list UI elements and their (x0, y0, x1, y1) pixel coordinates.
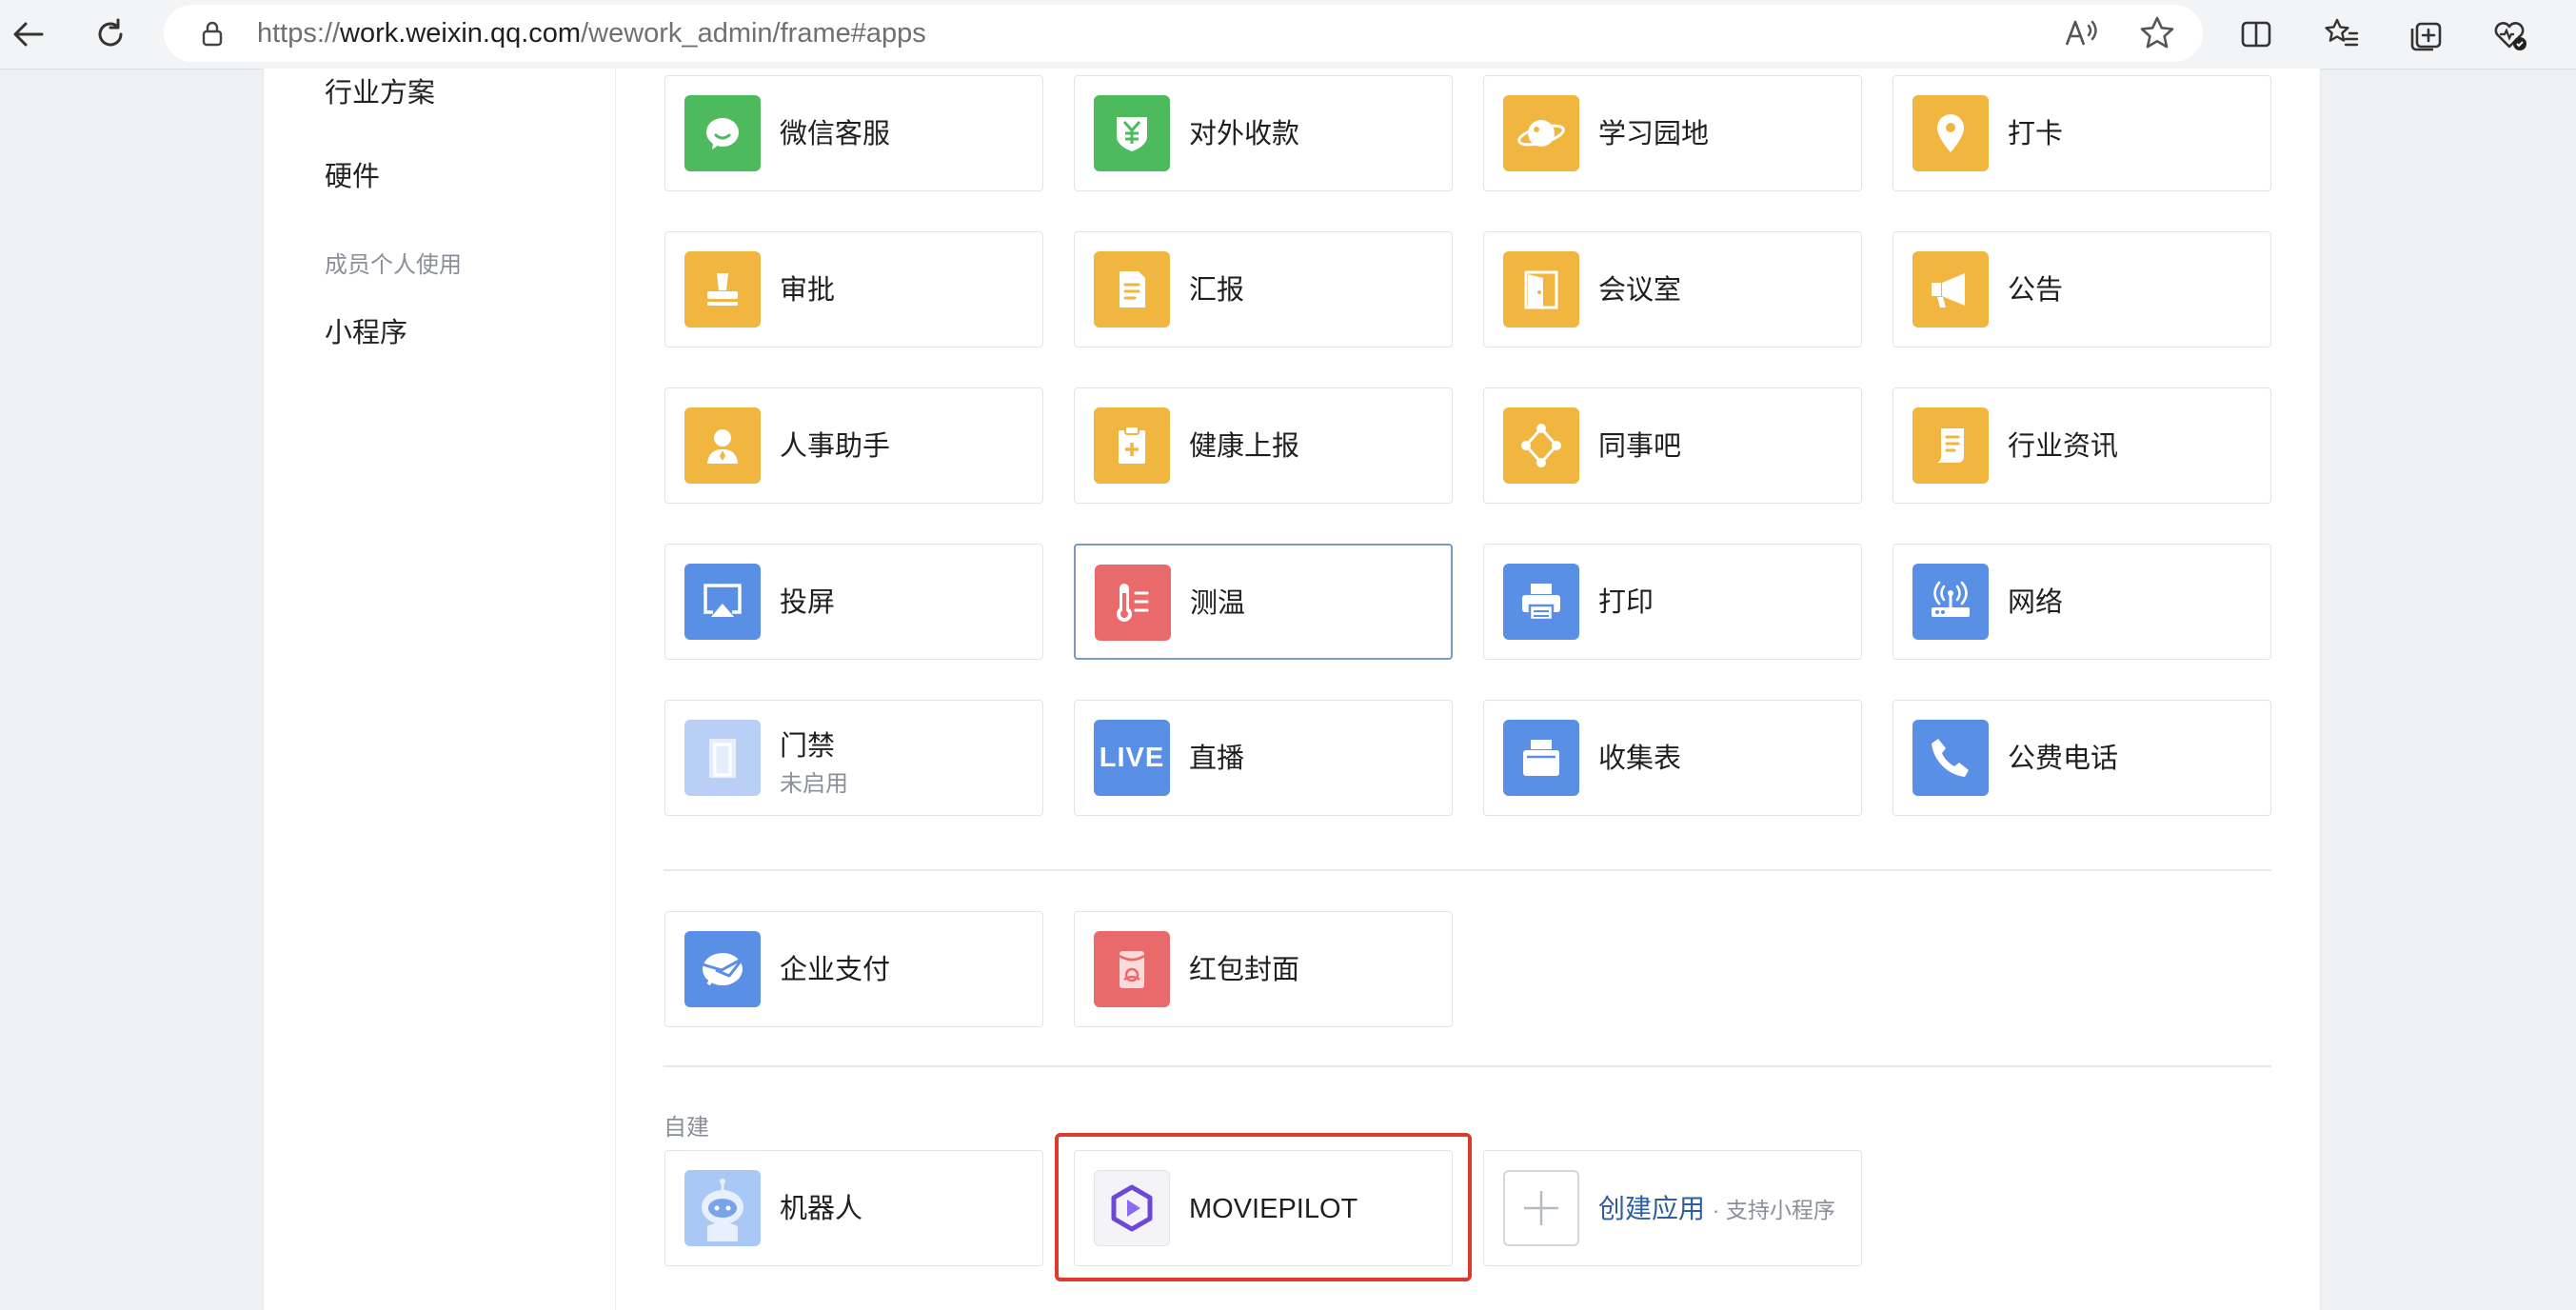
megaphone-icon (1912, 251, 1989, 328)
app-name: 打卡 (2008, 119, 2064, 149)
app-name: 收集表 (1598, 744, 1682, 774)
door-icon (1503, 251, 1579, 328)
access-door-icon (684, 720, 761, 796)
person-icon (684, 407, 761, 484)
app-name: 健康上报 (1189, 431, 1300, 462)
app-name: 公费电话 (2008, 744, 2119, 774)
app-name: 网络 (2008, 587, 2064, 618)
app-card-live[interactable]: LIVE 直播 (1074, 700, 1453, 816)
create-app-tip: · 支持小程序 (1712, 1198, 1835, 1222)
split-screen-icon[interactable] (2228, 6, 2285, 63)
app-name: 企业支付 (780, 955, 891, 985)
collection-form-icon (1503, 720, 1579, 796)
lock-icon[interactable] (198, 19, 227, 48)
app-card-hr-assistant[interactable]: 人事助手 (664, 387, 1043, 504)
highlight-annotation (1055, 1133, 1472, 1281)
app-status: 未启用 (780, 771, 848, 797)
red-packet-icon (1094, 931, 1170, 1007)
network-nodes-icon (1503, 407, 1579, 484)
sidebar-item-hardware[interactable]: 硬件 (325, 154, 380, 194)
url-text[interactable]: https://work.weixin.qq.com/wework_admin/… (257, 5, 926, 62)
scroll-icon (1912, 407, 1989, 484)
app-card-learning-garden[interactable]: 学习园地 (1483, 75, 1862, 191)
airplay-icon (684, 564, 761, 640)
app-card-temperature[interactable]: 测温 (1074, 544, 1453, 660)
stamp-icon (684, 251, 761, 328)
browser-toolbar: https://work.weixin.qq.com/wework_admin/… (0, 0, 2576, 69)
app-card-access-control[interactable]: 门禁 未启用 (664, 700, 1043, 816)
read-aloud-icon[interactable] (2061, 13, 2101, 53)
app-card-public-phone[interactable]: 公费电话 (1892, 700, 2271, 816)
app-card-print[interactable]: 打印 (1483, 544, 1862, 660)
app-card-approval[interactable]: 审批 (664, 231, 1043, 347)
favorites-icon[interactable] (2313, 6, 2370, 63)
app-name: 公告 (2008, 275, 2064, 306)
phone-icon (1912, 720, 1989, 796)
report-doc-icon (1094, 251, 1170, 328)
app-name: 测温 (1190, 588, 1246, 619)
payment-collection-icon (1094, 95, 1170, 171)
app-card-announcement[interactable]: 公告 (1892, 231, 2271, 347)
app-card-payment-collection[interactable]: 对外收款 (1074, 75, 1453, 191)
app-card-network[interactable]: 网络 (1892, 544, 2271, 660)
refresh-button[interactable] (82, 6, 139, 63)
favorite-star-icon[interactable] (2137, 13, 2177, 53)
clipboard-plus-icon (1094, 407, 1170, 484)
plus-icon (1503, 1170, 1579, 1246)
robot-icon (684, 1170, 761, 1246)
enterprise-pay-icon (684, 931, 761, 1007)
thermometer-icon (1095, 565, 1171, 641)
app-card-meeting-room[interactable]: 会议室 (1483, 231, 1862, 347)
app-name: 门禁 (780, 731, 836, 762)
browser-essentials-icon[interactable] (2481, 6, 2538, 63)
app-name: 人事助手 (780, 431, 891, 462)
app-name: 打印 (1598, 587, 1655, 618)
app-name: 机器人 (780, 1194, 863, 1224)
app-card-enterprise-pay[interactable]: 企业支付 (664, 911, 1043, 1027)
app-name: 行业资讯 (2008, 431, 2119, 462)
app-card-industry-news[interactable]: 行业资讯 (1892, 387, 2271, 504)
app-name: 学习园地 (1598, 119, 1710, 149)
admin-page: 行业方案 硬件 成员个人使用 小程序 微信客服 对外收款 学习园地 打卡 审批 (263, 69, 2321, 1310)
create-app-button[interactable]: 创建应用 · 支持小程序 (1483, 1150, 1862, 1266)
app-name: 直播 (1189, 744, 1245, 774)
custom-section-label: 自建 (664, 1115, 709, 1141)
app-name: 同事吧 (1598, 431, 1682, 462)
app-name: 投屏 (780, 587, 836, 618)
printer-icon (1503, 564, 1579, 640)
section-divider (664, 869, 2271, 871)
app-card-red-packet-cover[interactable]: 红包封面 (1074, 911, 1453, 1027)
create-app-text: 创建应用 (1598, 1194, 1706, 1223)
app-card-check-in[interactable]: 打卡 (1892, 75, 2271, 191)
app-card-robot[interactable]: 机器人 (664, 1150, 1043, 1266)
back-button[interactable] (0, 6, 57, 63)
app-name: 会议室 (1598, 275, 1682, 306)
app-name: 红包封面 (1189, 955, 1300, 985)
app-card-report[interactable]: 汇报 (1074, 231, 1453, 347)
app-name: 对外收款 (1189, 119, 1300, 149)
app-card-colleague-bar[interactable]: 同事吧 (1483, 387, 1862, 504)
collections-icon[interactable] (2397, 6, 2454, 63)
wechat-service-icon (684, 95, 761, 171)
sidebar-item-industry-solutions[interactable]: 行业方案 (325, 70, 435, 110)
app-name: 微信客服 (780, 119, 891, 149)
live-icon: LIVE (1094, 720, 1170, 796)
create-app-label: 创建应用 · 支持小程序 (1598, 1151, 1835, 1268)
sidebar-category-personal-use: 成员个人使用 (325, 252, 462, 278)
address-bar[interactable]: https://work.weixin.qq.com/wework_admin/… (164, 5, 2203, 62)
app-card-wechat-service[interactable]: 微信客服 (664, 75, 1043, 191)
location-pin-icon (1912, 95, 1989, 171)
app-card-health-report[interactable]: 健康上报 (1074, 387, 1453, 504)
sidebar-item-mini-program[interactable]: 小程序 (325, 310, 407, 350)
router-icon (1912, 564, 1989, 640)
planet-icon (1503, 95, 1579, 171)
app-name: 汇报 (1189, 275, 1245, 306)
section-divider (664, 1065, 2271, 1067)
app-card-screen-cast[interactable]: 投屏 (664, 544, 1043, 660)
app-name: 审批 (780, 275, 836, 306)
sidebar: 行业方案 硬件 成员个人使用 小程序 (264, 69, 616, 1310)
app-card-collection-form[interactable]: 收集表 (1483, 700, 1862, 816)
